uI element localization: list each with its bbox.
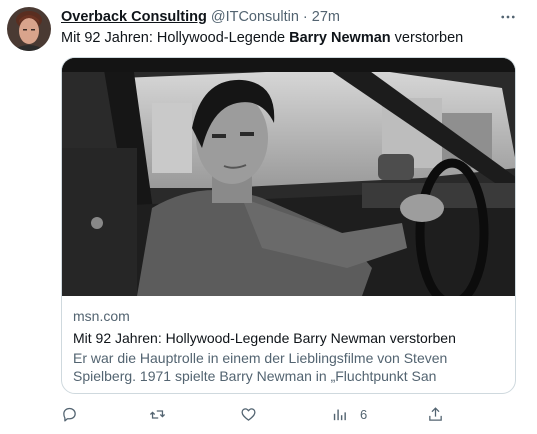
tweet[interactable]: Overback Consulting @ITConsultin · 27m M… (0, 0, 537, 434)
avatar-photo (7, 7, 51, 51)
share-icon (429, 406, 442, 421)
retweet-icon (149, 409, 166, 419)
card-image[interactable] (62, 58, 515, 296)
timestamp[interactable]: 27m (312, 9, 340, 25)
more-horizontal-icon (501, 15, 515, 19)
tweet-text-after: verstorben (390, 30, 464, 46)
user-handle[interactable]: @ITConsultin (211, 9, 299, 25)
card-description: Er war die Hauptrolle in einem der Liebl… (73, 350, 448, 384)
card-body: msn.com Mit 92 Jahren: Hollywood-Legende… (73, 307, 508, 385)
tweet-header: Overback Consulting @ITConsultin · 27m (61, 8, 340, 26)
like-icon (241, 407, 256, 421)
views-count: 6 (360, 406, 368, 422)
link-card[interactable]: msn.com Mit 92 Jahren: Hollywood-Legende… (61, 57, 516, 394)
tweet-text-before: Mit 92 Jahren: Hollywood-Legende (61, 30, 290, 46)
more-icon[interactable] (497, 8, 519, 26)
tweet-text: Mit 92 Jahren: Hollywood-Legende Barry N… (61, 29, 463, 47)
retweet-button[interactable] (149, 404, 166, 424)
action-bar: 6 (61, 404, 516, 424)
reply-icon (63, 407, 76, 422)
card-title: Mit 92 Jahren: Hollywood-Legende Barry N… (73, 330, 456, 346)
display-name[interactable]: Overback Consulting (61, 9, 207, 25)
separator-dot: · (302, 9, 308, 25)
avatar[interactable] (7, 7, 51, 51)
views-button[interactable]: 6 (331, 404, 367, 424)
views-icon (333, 409, 346, 420)
share-button[interactable] (427, 404, 444, 424)
reply-button[interactable] (61, 404, 78, 424)
like-button[interactable] (240, 404, 257, 424)
tweet-text-bold[interactable]: Barry Newman (289, 30, 391, 46)
card-photo (62, 58, 515, 296)
card-domain: msn.com (73, 308, 130, 324)
